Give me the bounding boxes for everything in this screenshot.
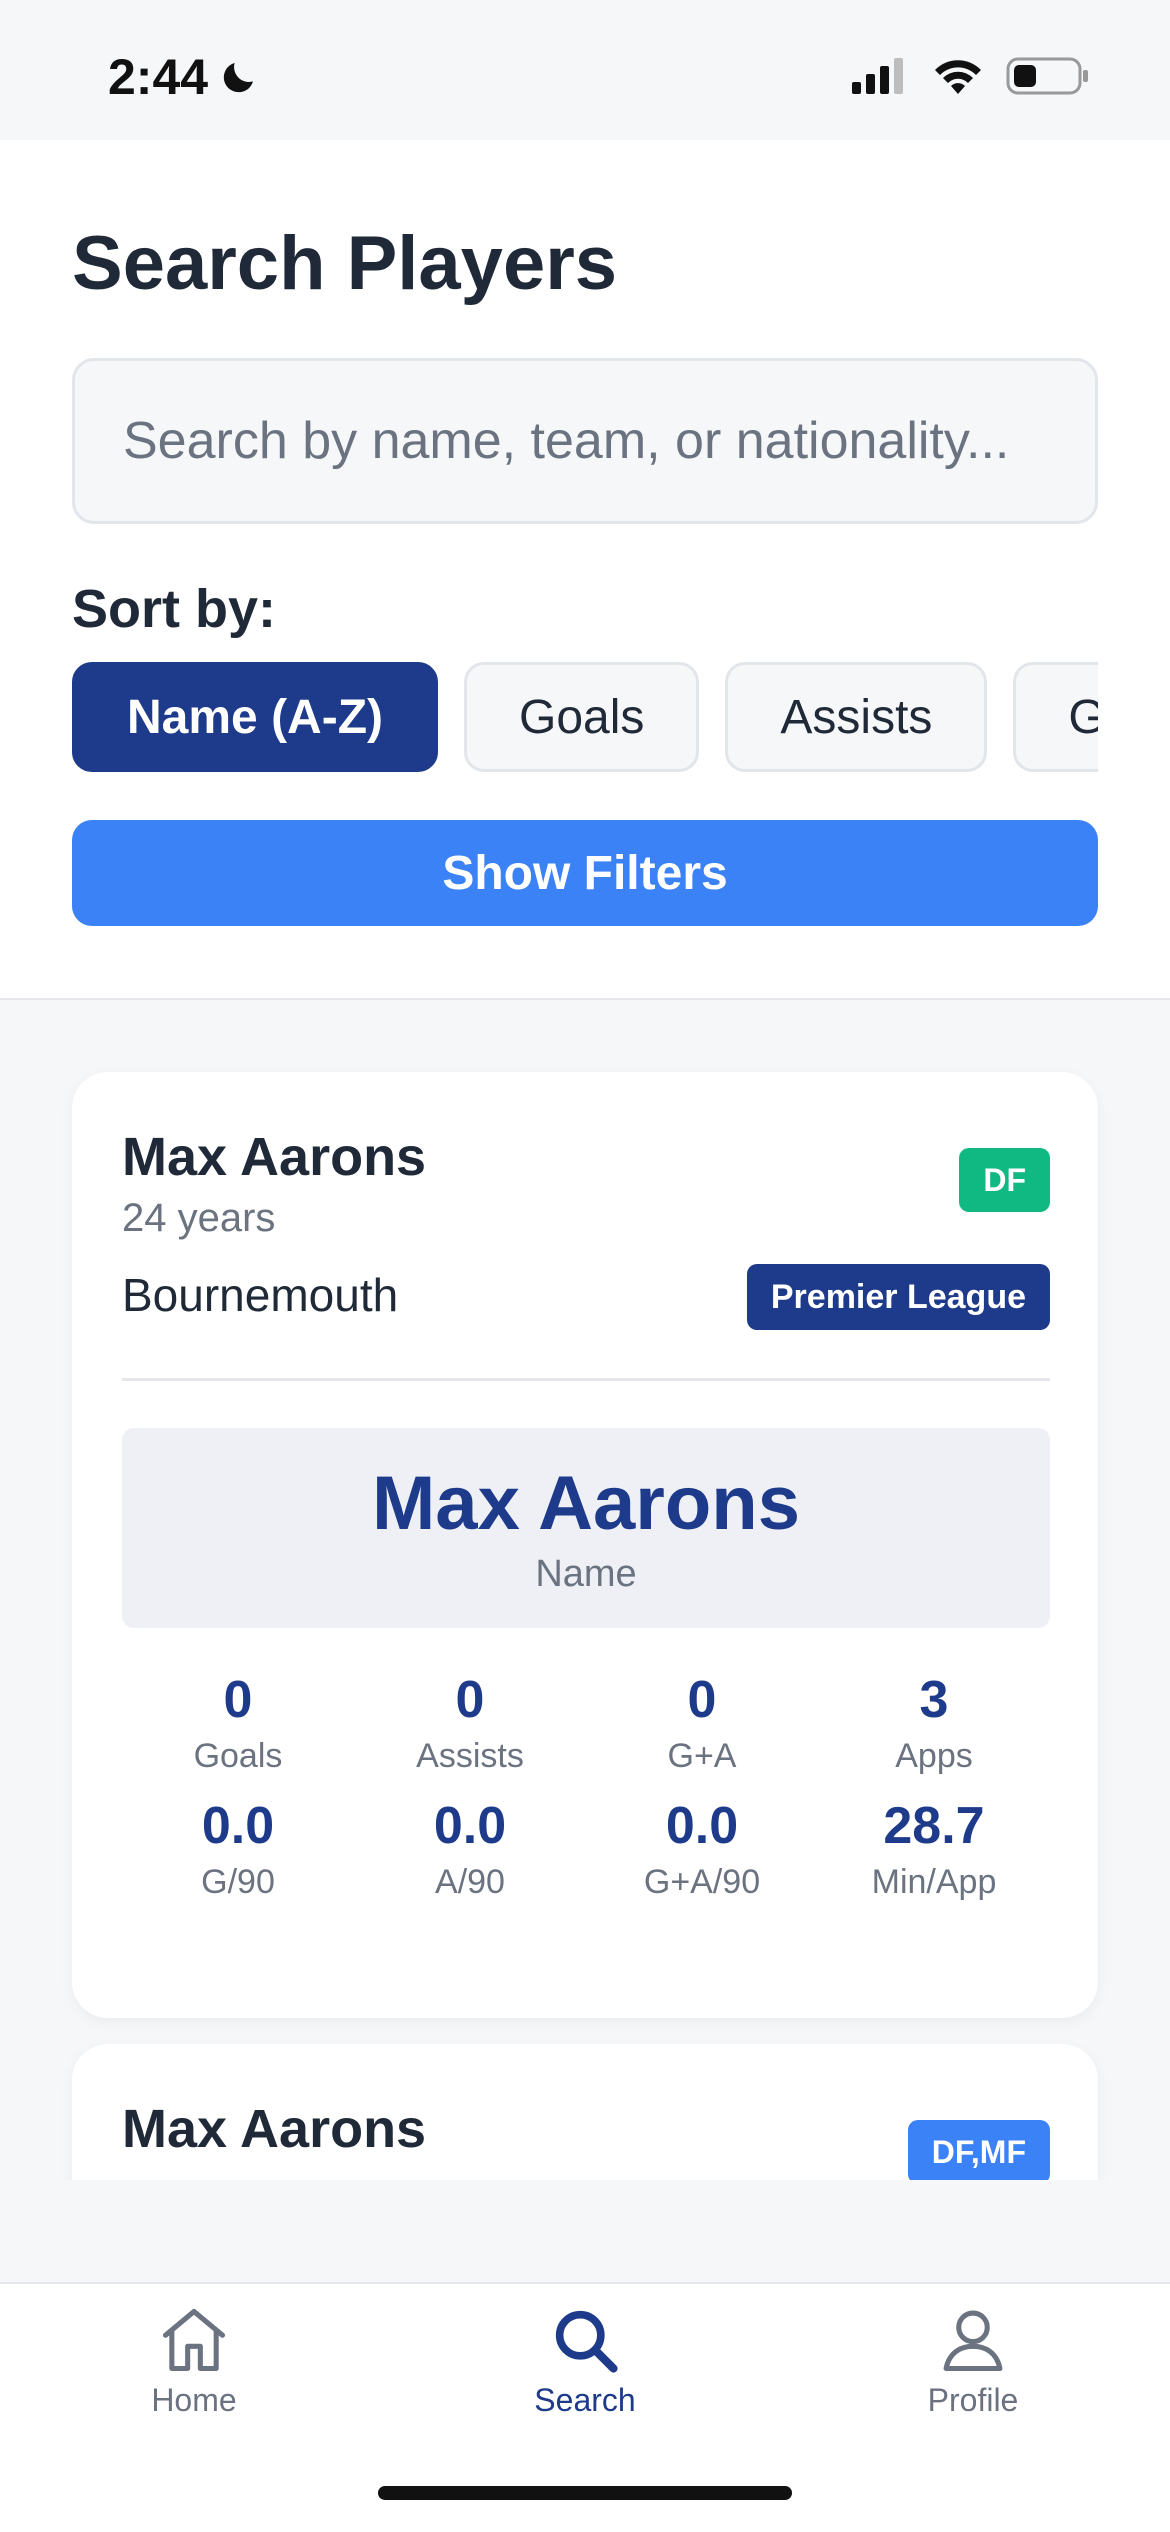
page-title: Search Players (72, 221, 618, 306)
sort-option-assists[interactable]: Assists (725, 662, 988, 772)
status-time: 2:44 (108, 48, 260, 106)
stat-label: G/90 (201, 1863, 275, 1902)
clock-text: 2:44 (108, 49, 209, 105)
stat-value: 0 (687, 1671, 717, 1729)
home-icon (162, 2308, 226, 2372)
card-divider (122, 1378, 1050, 1381)
stat-min-per-app: 28.7 Min/App (818, 1797, 1050, 1902)
stat-value: 0.0 (433, 1797, 507, 1856)
stat-apps: 3 Apps (818, 1671, 1050, 1776)
player-card[interactable]: Max Aarons 24 years Bournemouth DF Premi… (72, 1072, 1098, 2018)
player-name: Max Aarons (122, 1127, 427, 1187)
stat-assists: 0 Assists (354, 1671, 586, 1776)
search-input[interactable] (72, 358, 1098, 524)
stat-value: 0 (223, 1671, 253, 1729)
position-badge: DF,MF (907, 2120, 1050, 2180)
stat-label: Goals (193, 1737, 283, 1776)
tab-label: Search (534, 2382, 636, 2418)
cellular-signal-icon (852, 58, 903, 94)
stat-label: Apps (895, 1737, 973, 1776)
sort-option-goals-plus[interactable]: Go (1013, 662, 1098, 772)
home-indicator (378, 2486, 792, 2500)
battery-icon (1006, 57, 1088, 95)
stat-goals: 0 Goals (122, 1671, 354, 1776)
highlight-label: Name (535, 1553, 637, 1595)
tab-label: Profile (927, 2382, 1019, 2418)
sort-option-name[interactable]: Name (A-Z) (72, 662, 439, 772)
status-icons (850, 56, 1090, 96)
stat-label: G+A/90 (643, 1863, 761, 1902)
status-bar: 2:44 (0, 0, 1170, 140)
stat-label: A/90 (435, 1863, 505, 1902)
stat-ga-per-90: 0.0 G+A/90 (586, 1797, 818, 1902)
sort-option-goals[interactable]: Goals (464, 662, 700, 772)
league-badge: Premier League (746, 1264, 1050, 1330)
player-card[interactable]: Max Aarons DF,MF (72, 2044, 1098, 2180)
stat-value: 0 (455, 1671, 485, 1729)
profile-icon (943, 2310, 1003, 2372)
tab-home[interactable]: Home (64, 2302, 324, 2419)
player-list[interactable]: Max Aarons 24 years Bournemouth DF Premi… (0, 1000, 1170, 2180)
stat-value: 0.0 (665, 1797, 739, 1856)
player-name: Max Aarons (122, 2099, 427, 2159)
stat-label: G+A (667, 1737, 737, 1776)
stat-goals-per-90: 0.0 G/90 (122, 1797, 354, 1902)
stat-assists-per-90: 0.0 A/90 (354, 1797, 586, 1902)
sort-highlight: Max Aarons Name (122, 1428, 1050, 1628)
moon-icon (223, 63, 254, 93)
tab-search[interactable]: Search (455, 2302, 715, 2419)
player-age: 24 years (122, 1196, 276, 1240)
stat-goals-assists: 0 G+A (586, 1671, 818, 1776)
search-icon (555, 2310, 618, 2373)
position-badge: DF (959, 1148, 1050, 1212)
stat-label: Assists (416, 1737, 524, 1776)
sort-label: Sort by: (72, 579, 277, 639)
search-header: Search Players Sort by: Name (A-Z) Goals… (0, 140, 1170, 1000)
stat-value: 28.7 (883, 1797, 985, 1856)
stat-value: 0.0 (201, 1797, 275, 1856)
tab-profile[interactable]: Profile (843, 2302, 1103, 2419)
tab-label: Home (151, 2382, 237, 2418)
sort-options: Name (A-Z) Goals Assists Go (72, 662, 1098, 774)
stat-value: 3 (919, 1671, 949, 1729)
show-filters-button[interactable]: Show Filters (72, 820, 1098, 926)
player-team: Bournemouth (122, 1269, 399, 1321)
highlight-value: Max Aarons (372, 1461, 800, 1546)
stats-grid: 0 Goals 0 Assists 0 G+A 3 Apps 0.0 G/90 … (122, 1671, 1050, 1902)
stat-label: Min/App (871, 1863, 997, 1902)
wifi-icon (935, 60, 981, 94)
